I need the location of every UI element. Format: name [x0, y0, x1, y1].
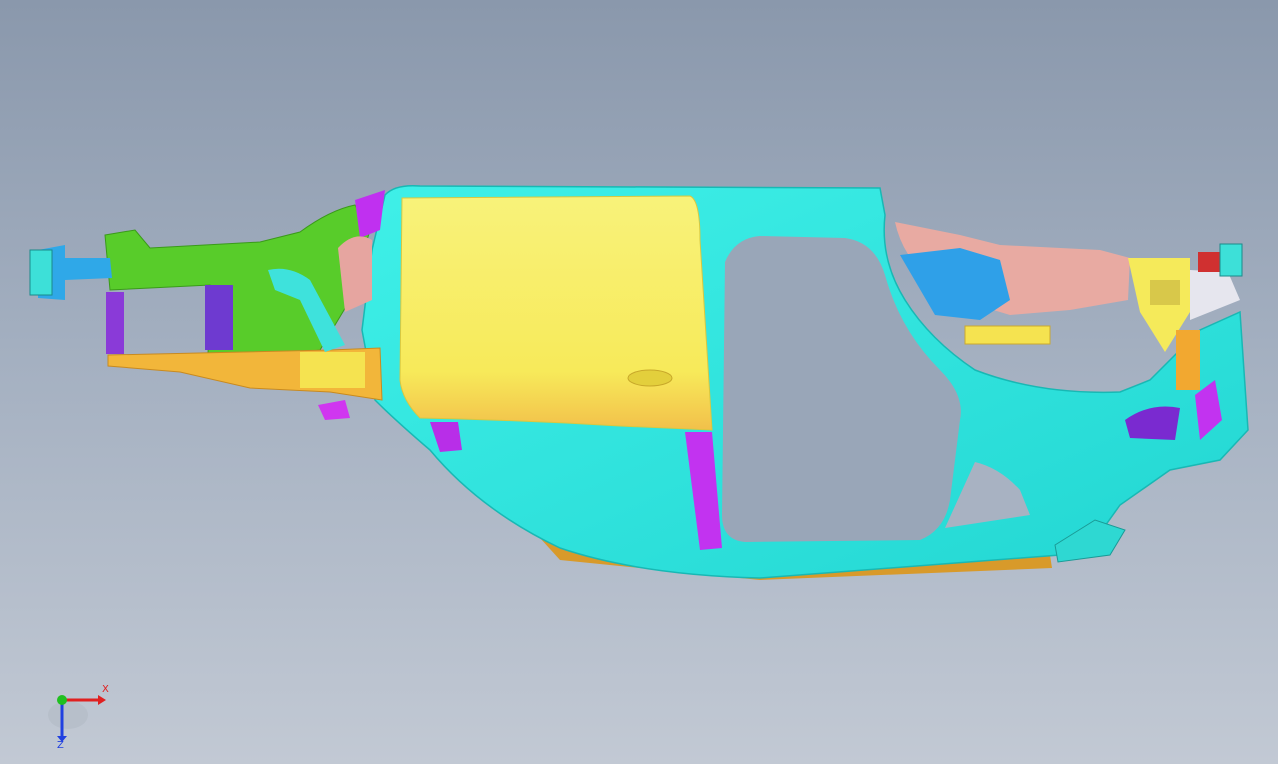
rear-bracket-red[interactable]: [1198, 252, 1222, 272]
front-door-panel-yellow[interactable]: [399, 195, 713, 431]
front-inner-purple[interactable]: [205, 285, 233, 350]
y-axis-marker: [57, 695, 67, 705]
rear-orange-bracket[interactable]: [1176, 330, 1200, 390]
rear-bracket-cyan[interactable]: [1219, 243, 1243, 277]
front-magenta-lower-part[interactable]: [318, 400, 350, 420]
3d-viewport[interactable]: X Z: [0, 0, 1278, 764]
x-axis-arrow: [98, 695, 106, 705]
rear-panel-grey[interactable]: [1190, 270, 1240, 320]
rear-yellow-bracket[interactable]: [964, 325, 1051, 345]
triad-shadow: [48, 701, 88, 729]
front-lower-yellow-block[interactable]: [300, 352, 365, 388]
rear-yellow-cutout: [1150, 280, 1180, 305]
front-lower-purple-strut[interactable]: [106, 292, 124, 354]
car-body-side-model[interactable]: [0, 0, 1278, 764]
rear-inner-blue[interactable]: [900, 248, 1010, 320]
door-handle[interactable]: [627, 369, 673, 387]
x-axis-label: X: [102, 684, 109, 695]
z-axis-label: Z: [57, 740, 64, 750]
coordinate-triad: X Z: [48, 684, 109, 750]
bumper-bracket-cyan[interactable]: [29, 249, 53, 296]
